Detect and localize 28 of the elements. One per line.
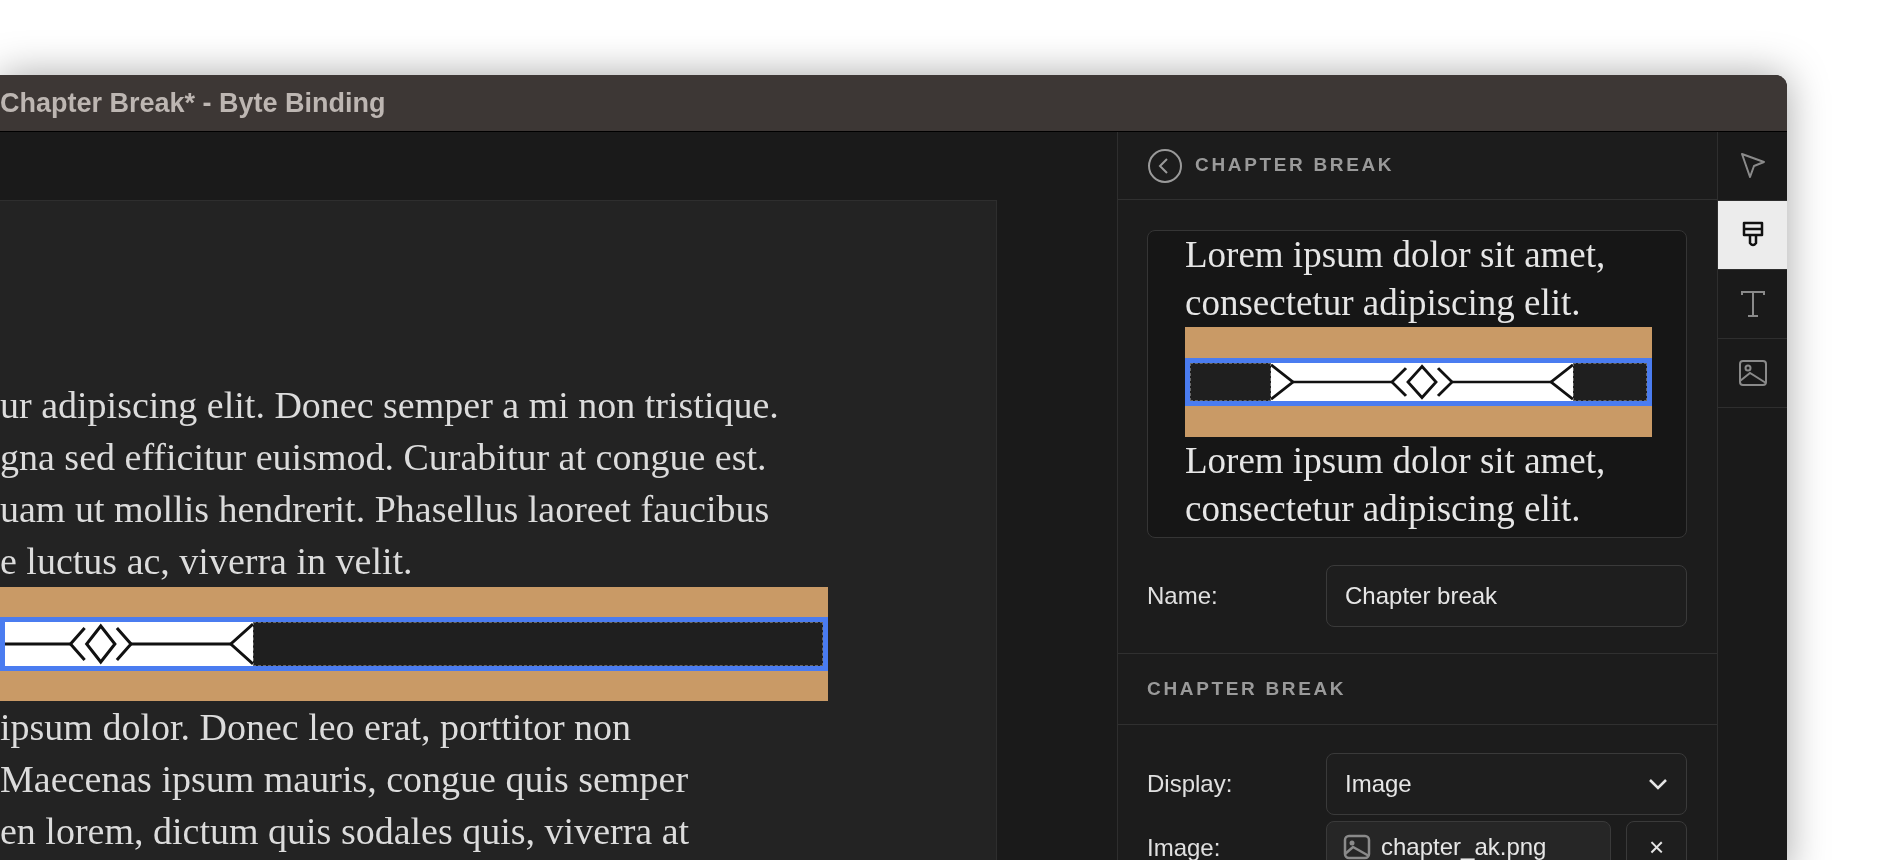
body-text-line: ur adipiscing elit. Donec semper a mi non tristique. <box>0 383 780 428</box>
dropdown-value: Image <box>1345 769 1412 799</box>
preview-text-line: Lorem ipsum dolor sit amet, <box>1185 233 1607 277</box>
clear-button[interactable]: × <box>1626 821 1687 860</box>
panel-title: CHAPTER BREAK <box>1195 153 1395 178</box>
preview-text-line: consectetur adipiscing elit. <box>1185 281 1582 325</box>
section-title: CHAPTER BREAK <box>1147 676 1347 701</box>
name-input[interactable]: Chapter break <box>1326 565 1687 627</box>
image-file-chip[interactable]: chapter_ak.png <box>1326 821 1611 860</box>
body-text-line: gna sed efficitur euismod. Curabitur at congue est. <box>0 435 768 480</box>
body-text-line: en lorem, dictum quis sodales quis, viverra at <box>0 809 691 854</box>
file-name: chapter_ak.png <box>1381 832 1547 860</box>
body-text-line: uam ut mollis hendrerit. Phasellus laoreet faucibus <box>0 487 771 532</box>
chevron-down-icon <box>1648 778 1668 790</box>
preview-text-line: consectetur adipiscing elit. <box>1185 487 1582 531</box>
tool-button[interactable] <box>1718 201 1787 270</box>
field-label: Name: <box>1147 581 1219 611</box>
chapter-break-image[interactable] <box>1185 358 1652 406</box>
chapter-break-image[interactable] <box>0 617 828 671</box>
display-dropdown[interactable]: Image <box>1326 753 1687 815</box>
preview-text-line: Lorem ipsum dolor sit amet, <box>1185 439 1607 483</box>
body-text-line: ipsum dolor. Donec leo erat, porttitor non <box>0 705 633 750</box>
window-title: Chapter Break* - Byte Binding <box>0 86 386 120</box>
body-text-line: Maecenas ipsum mauris, congue quis semper <box>0 757 690 802</box>
image-icon <box>1343 834 1371 860</box>
field-label: Display: <box>1147 769 1234 799</box>
back-icon[interactable] <box>1147 147 1183 184</box>
body-text-line: e luctus ac, viverra in velit. <box>0 539 414 584</box>
